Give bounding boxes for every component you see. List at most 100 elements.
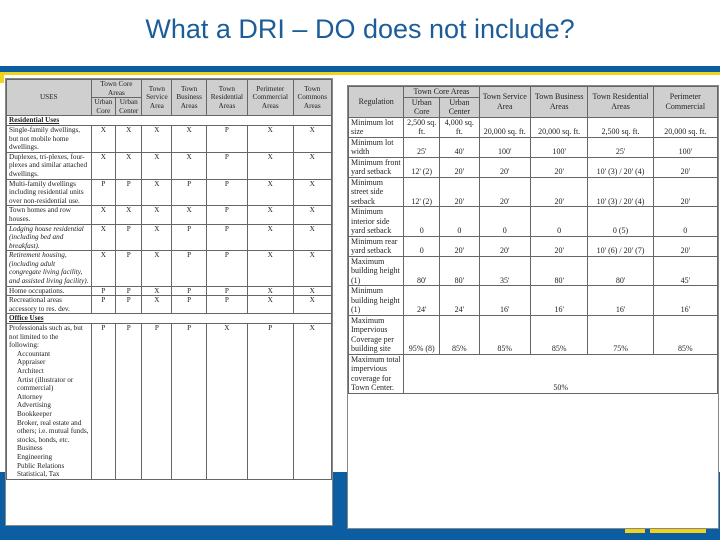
col-urban-core: Urban Core: [90, 97, 117, 117]
regulation-value: 10' (3) / 20' (4): [587, 176, 654, 207]
table-row: Lodging house residential (including bed…: [6, 223, 333, 252]
table-row: Town homes and row houses. X X X X P X X: [6, 205, 333, 225]
profession-item: Public Relations: [17, 461, 65, 470]
regulation-value: 20': [478, 235, 531, 257]
regulation-value: 10' (6) / 20' (7): [587, 235, 654, 257]
table-row: Minimum front yard setback 12' (2) 20' 20' 2…: [347, 156, 719, 178]
profession-item: Business: [17, 444, 43, 453]
col-town-residential: Town Residential Areas: [205, 78, 248, 117]
permission-cell: X: [141, 178, 173, 207]
permission-cell: P: [90, 295, 117, 315]
use-label: Duplexes, tri-plexes, four-plexes and si…: [6, 151, 92, 180]
table-row: Single-family dwellings, but not mobile …: [6, 124, 333, 153]
permission-cell: X: [292, 223, 333, 252]
col-regulation: Regulation: [347, 86, 405, 118]
regulation-value: 12' (2): [403, 176, 441, 207]
col-perimeter-commercial: Perimeter Commercial: [652, 86, 719, 118]
regulation-value: 12' (2): [403, 156, 441, 178]
table-row: Retirement housing, (including adult con…: [6, 250, 333, 287]
regulation-value: 2,500 sq. ft.: [403, 116, 441, 138]
regulation-value: 20': [439, 176, 480, 207]
regulation-value: 85%: [439, 314, 480, 355]
permission-cell: X: [90, 250, 117, 287]
table-row: Multi-family dwellings including residen…: [6, 178, 333, 207]
table-row: Home occupations. P P X P P X X: [6, 285, 333, 297]
permission-cell: X: [141, 250, 173, 287]
regulation-label: Minimum street side setback: [347, 176, 405, 207]
col-town-commons: Town Commons Areas: [292, 78, 333, 117]
table-row: Recreational areas accessory to res. dev…: [6, 295, 333, 315]
profession-item: Statistical, Tax: [17, 470, 60, 479]
permission-cell: X: [90, 151, 117, 180]
profession-item: Accountant: [17, 349, 51, 358]
col-town-business: Town Business Areas: [529, 86, 589, 118]
col-town-service: Town Service Area: [141, 78, 173, 117]
permission-cell: X: [141, 205, 173, 225]
header-stripe: [0, 72, 720, 75]
permission-cell: X: [115, 205, 143, 225]
regulation-value: 4,000 sq. ft.: [439, 116, 480, 138]
permission-cell: P: [205, 223, 248, 252]
permission-cell: X: [246, 295, 294, 315]
col-perimeter-commercial: Perimeter Commercial Areas: [246, 78, 294, 117]
permission-cell: X: [141, 295, 173, 315]
permission-cell: X: [292, 151, 333, 180]
regulation-value: 80': [587, 255, 654, 286]
permission-cell: X: [141, 223, 173, 252]
table-row-total: Maximum total impervious coverage for To…: [347, 353, 718, 394]
regulation-value: 10' (3) / 20' (4): [587, 156, 654, 178]
use-label: Lodging house residential (including bed…: [6, 223, 92, 252]
profession-item: Bookkeeper: [17, 409, 52, 418]
regulation-value: 80': [403, 255, 441, 286]
regulation-value: 100': [529, 136, 589, 158]
permission-cell: P: [171, 178, 207, 207]
profession-item: Engineering: [17, 452, 53, 461]
regulation-value: 20': [478, 176, 531, 207]
permission-cell: P: [171, 323, 207, 480]
permission-cell: X: [171, 124, 207, 153]
regulation-value: 20': [529, 235, 589, 257]
permission-cell: X: [292, 205, 333, 225]
use-label: Single-family dwellings, but not mobile …: [6, 124, 92, 153]
permission-cell: X: [141, 285, 173, 297]
regulation-value: 95% (8): [403, 314, 441, 355]
permission-cell: P: [205, 151, 248, 180]
use-label: Multi-family dwellings including residen…: [6, 178, 92, 207]
regulation-value: 80': [439, 255, 480, 286]
regulation-value: 20': [478, 156, 531, 178]
table-row: Minimum rear yard setback 0 20' 20' 20' 10' (…: [347, 235, 719, 257]
regulation-value: 16': [529, 285, 589, 316]
regulation-value: 45': [652, 255, 719, 286]
permission-cell: X: [246, 124, 294, 153]
permission-cell: P: [205, 205, 248, 225]
regulation-value: 0: [652, 206, 719, 237]
permission-cell: X: [246, 178, 294, 207]
permission-cell: X: [292, 323, 333, 480]
profession-item: Attorney: [17, 392, 43, 401]
permission-cell: X: [90, 223, 117, 252]
table-row: Professionals such as, but not limited t…: [6, 323, 333, 480]
regulation-value: 24': [403, 285, 441, 316]
permission-cell: X: [292, 285, 333, 297]
regulation-label: Maximum building height (1): [347, 255, 405, 286]
profession-item: Architect: [17, 367, 44, 375]
regulation-value: 0: [529, 206, 589, 237]
regulation-value: 0: [478, 206, 531, 237]
permission-cell: P: [171, 223, 207, 252]
regulation-value: 40': [439, 136, 480, 158]
regulation-label: Minimum lot width: [347, 136, 405, 158]
permission-cell: X: [292, 250, 333, 287]
permission-cell: P: [115, 223, 143, 252]
regulation-value: 20': [439, 156, 480, 178]
regulation-value: 50%: [403, 353, 718, 394]
permission-cell: P: [90, 323, 117, 480]
col-town-service: Town Service Area: [478, 86, 531, 118]
permission-cell: P: [205, 178, 248, 207]
regulation-value: 0 (5): [587, 206, 654, 237]
regulation-value: 20': [652, 156, 719, 178]
permission-cell: X: [171, 205, 207, 225]
permission-cell: P: [171, 285, 207, 297]
section-row: Residential Uses: [6, 115, 332, 126]
slide-title: What a DRI – DO does not include?: [145, 14, 575, 44]
regulation-value: 75%: [587, 314, 654, 355]
